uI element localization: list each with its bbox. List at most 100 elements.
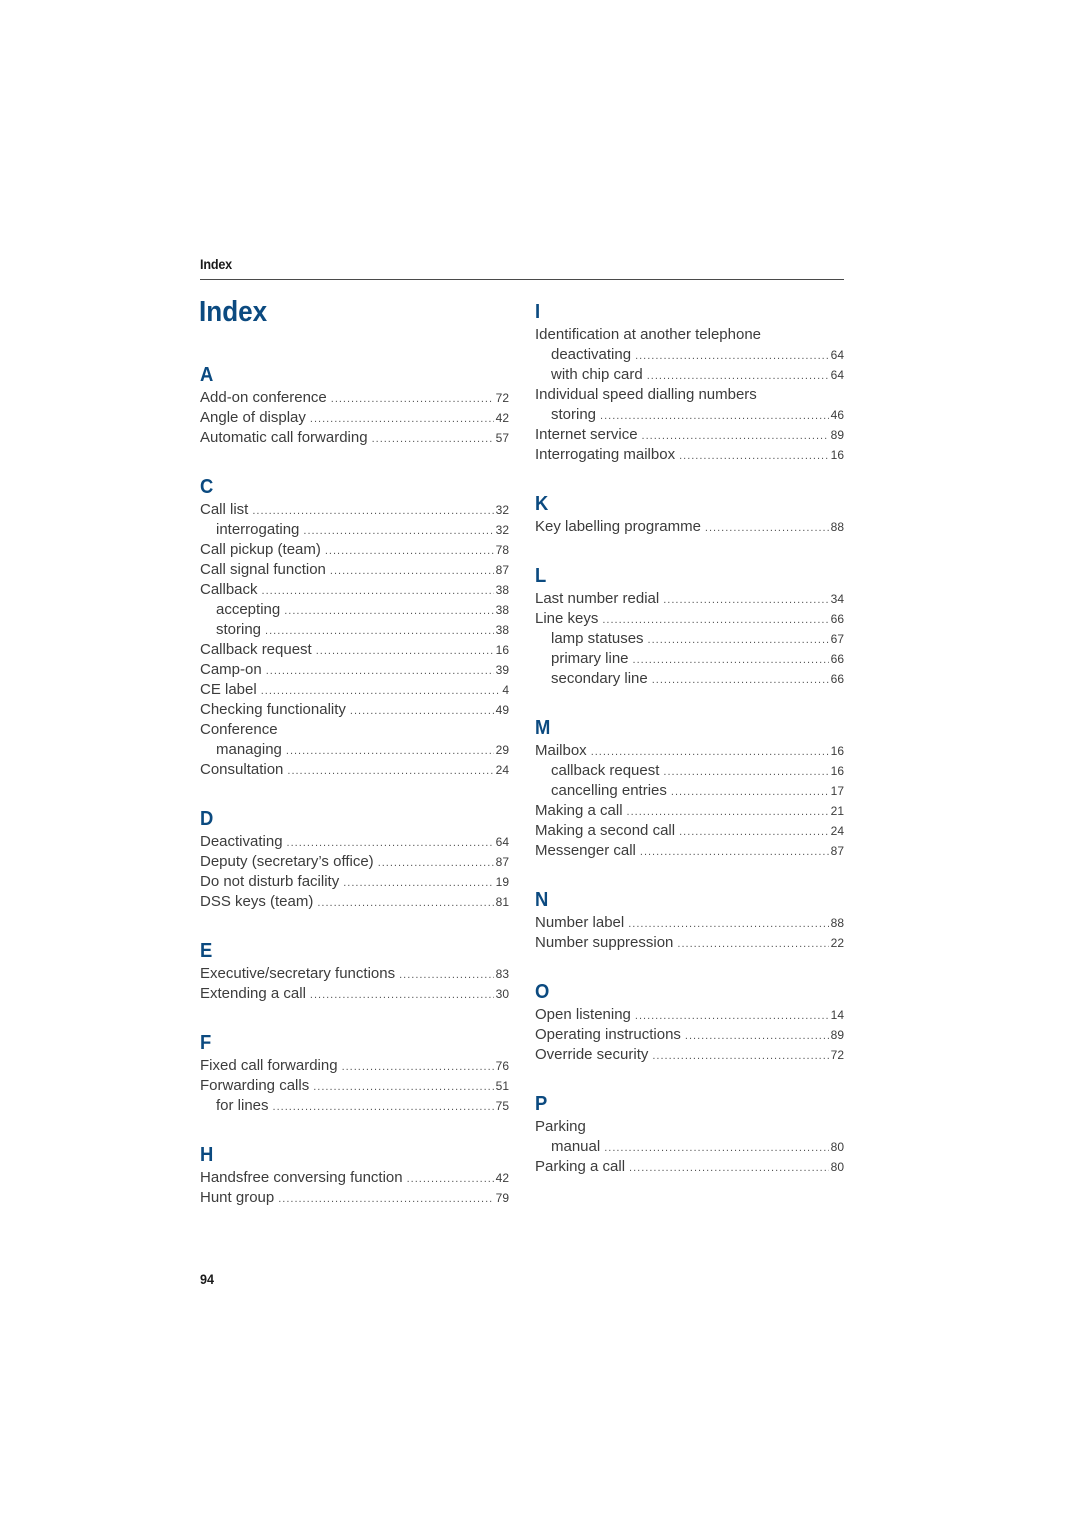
entry-page-number: 32: [495, 503, 509, 517]
entry-term: secondary line: [551, 670, 648, 687]
dot-leader: [278, 1189, 493, 1209]
entry-term: Internet service: [535, 426, 638, 443]
entry-term: managing: [216, 741, 282, 758]
section-letter: A: [200, 364, 214, 386]
section-letter: I: [535, 301, 541, 323]
index-entry[interactable]: Interrogating mailbox 16: [535, 445, 844, 465]
entry-term: Call pickup (team): [200, 541, 321, 558]
index-entry[interactable]: Deputy (secretary’s office) 87: [200, 852, 509, 872]
entry-page-number: 16: [830, 448, 844, 462]
index-entry[interactable]: Individual speed dialling numbers: [535, 385, 844, 405]
entry-term: Key labelling programme: [535, 518, 701, 535]
index-entry[interactable]: Call pickup (team) 78: [200, 540, 509, 560]
index-subentry[interactable]: for lines 75: [200, 1096, 509, 1116]
index-entry[interactable]: Camp-on 39: [200, 660, 509, 680]
entry-page-number: 32: [495, 523, 509, 537]
index-entry[interactable]: Line keys 66: [535, 609, 844, 629]
index-subentry[interactable]: storing 38: [200, 620, 509, 640]
index-entry[interactable]: Angle of display 42: [200, 408, 509, 428]
index-entry[interactable]: Identification at another telephone: [535, 325, 844, 345]
entry-term: Extending a call: [200, 985, 306, 1002]
index-entry[interactable]: Callback 38: [200, 580, 509, 600]
section-letter: N: [535, 889, 549, 911]
index-entry[interactable]: Making a second call 24: [535, 821, 844, 841]
index-subentry[interactable]: deactivating 64: [535, 345, 844, 365]
entry-page-number: 17: [830, 784, 844, 798]
index-entry[interactable]: Messenger call 87: [535, 841, 844, 861]
dot-leader: [663, 762, 828, 782]
dot-leader: [652, 670, 829, 690]
dot-leader: [330, 561, 494, 581]
index-entry[interactable]: Parking a call 80: [535, 1157, 844, 1177]
entry-term: Angle of display: [200, 409, 306, 426]
index-entry[interactable]: Do not disturb facility 19: [200, 872, 509, 892]
index-entry[interactable]: Number label 88: [535, 913, 844, 933]
index-subentry[interactable]: secondary line 66: [535, 669, 844, 689]
index-entry[interactable]: Fixed call forwarding 76: [200, 1056, 509, 1076]
index-subentry[interactable]: with chip card 64: [535, 365, 844, 385]
dot-leader: [287, 833, 494, 853]
entry-page-number: 16: [495, 643, 509, 657]
index-subentry[interactable]: storing 46: [535, 405, 844, 425]
page-title: Index: [199, 296, 268, 328]
index-section: C Call list 32 interrogating 32 Call pickup (…: [200, 476, 509, 780]
index-subentry[interactable]: callback request 16: [535, 761, 844, 781]
dot-leader: [635, 1006, 829, 1026]
entry-term: Camp-on: [200, 661, 262, 678]
index-entry[interactable]: Callback request 16: [200, 640, 509, 660]
index-subentry[interactable]: cancelling entries 17: [535, 781, 844, 801]
index-entry[interactable]: Key labelling programme 88: [535, 517, 844, 537]
index-subentry[interactable]: lamp statuses 67: [535, 629, 844, 649]
index-entry[interactable]: Number suppression 22: [535, 933, 844, 953]
index-entry[interactable]: Add-on conference 72: [200, 388, 509, 408]
index-entry[interactable]: Call list 32: [200, 500, 509, 520]
index-entry[interactable]: Automatic call forwarding 57: [200, 428, 509, 448]
dot-leader: [671, 782, 829, 802]
entry-page-number: 38: [495, 603, 509, 617]
index-entry[interactable]: Mailbox 16: [535, 741, 844, 761]
dot-leader: [635, 346, 829, 366]
index-entry[interactable]: Deactivating 64: [200, 832, 509, 852]
index-entry[interactable]: Hunt group 79: [200, 1188, 509, 1208]
entry-page-number: 66: [830, 652, 844, 666]
index-entry[interactable]: Extending a call 30: [200, 984, 509, 1004]
entry-term: Identification at another telephone: [535, 326, 762, 343]
index-column-right: I Identification at another telephone deac…: [535, 301, 844, 1205]
dot-leader: [287, 761, 493, 781]
index-entry[interactable]: DSS keys (team) 81: [200, 892, 509, 912]
index-entry[interactable]: Internet service 89: [535, 425, 844, 445]
entry-page-number: 42: [495, 1171, 509, 1185]
entry-term: Deputy (secretary’s office): [200, 853, 374, 870]
index-entry[interactable]: Handsfree conversing function 42: [200, 1168, 509, 1188]
section-letter: E: [200, 940, 213, 962]
entry-term: CE label: [200, 681, 257, 698]
index-entry[interactable]: Last number redial 34: [535, 589, 844, 609]
dot-leader: [310, 985, 494, 1005]
index-subentry[interactable]: primary line 66: [535, 649, 844, 669]
dot-leader: [705, 518, 829, 538]
entry-term: Conference: [200, 721, 278, 738]
index-subentry[interactable]: managing 29: [200, 740, 509, 760]
index-entry[interactable]: Parking: [535, 1117, 844, 1137]
index-entry[interactable]: CE label 4: [200, 680, 509, 700]
index-entry[interactable]: Operating instructions 89: [535, 1025, 844, 1045]
index-subentry[interactable]: accepting 38: [200, 600, 509, 620]
index-entry[interactable]: Call signal function 87: [200, 560, 509, 580]
index-entry[interactable]: Forwarding calls 51: [200, 1076, 509, 1096]
index-entry[interactable]: Executive/secretary functions 83: [200, 964, 509, 984]
index-entry[interactable]: Consultation 24: [200, 760, 509, 780]
index-entry[interactable]: Override security 72: [535, 1045, 844, 1065]
entry-page-number: 24: [495, 763, 509, 777]
index-subentry[interactable]: interrogating 32: [200, 520, 509, 540]
index-entry[interactable]: Checking functionality 49: [200, 700, 509, 720]
entry-term: with chip card: [551, 366, 643, 383]
index-entry[interactable]: Making a call 21: [535, 801, 844, 821]
index-subentry[interactable]: manual 80: [535, 1137, 844, 1157]
entry-term: Override security: [535, 1046, 649, 1063]
index-entry[interactable]: Conference: [200, 720, 509, 740]
entry-page-number: 88: [830, 916, 844, 930]
index-entry[interactable]: Open listening 14: [535, 1005, 844, 1025]
entry-term: manual: [551, 1138, 601, 1155]
section-letter: K: [535, 493, 549, 515]
dot-leader: [677, 934, 828, 954]
